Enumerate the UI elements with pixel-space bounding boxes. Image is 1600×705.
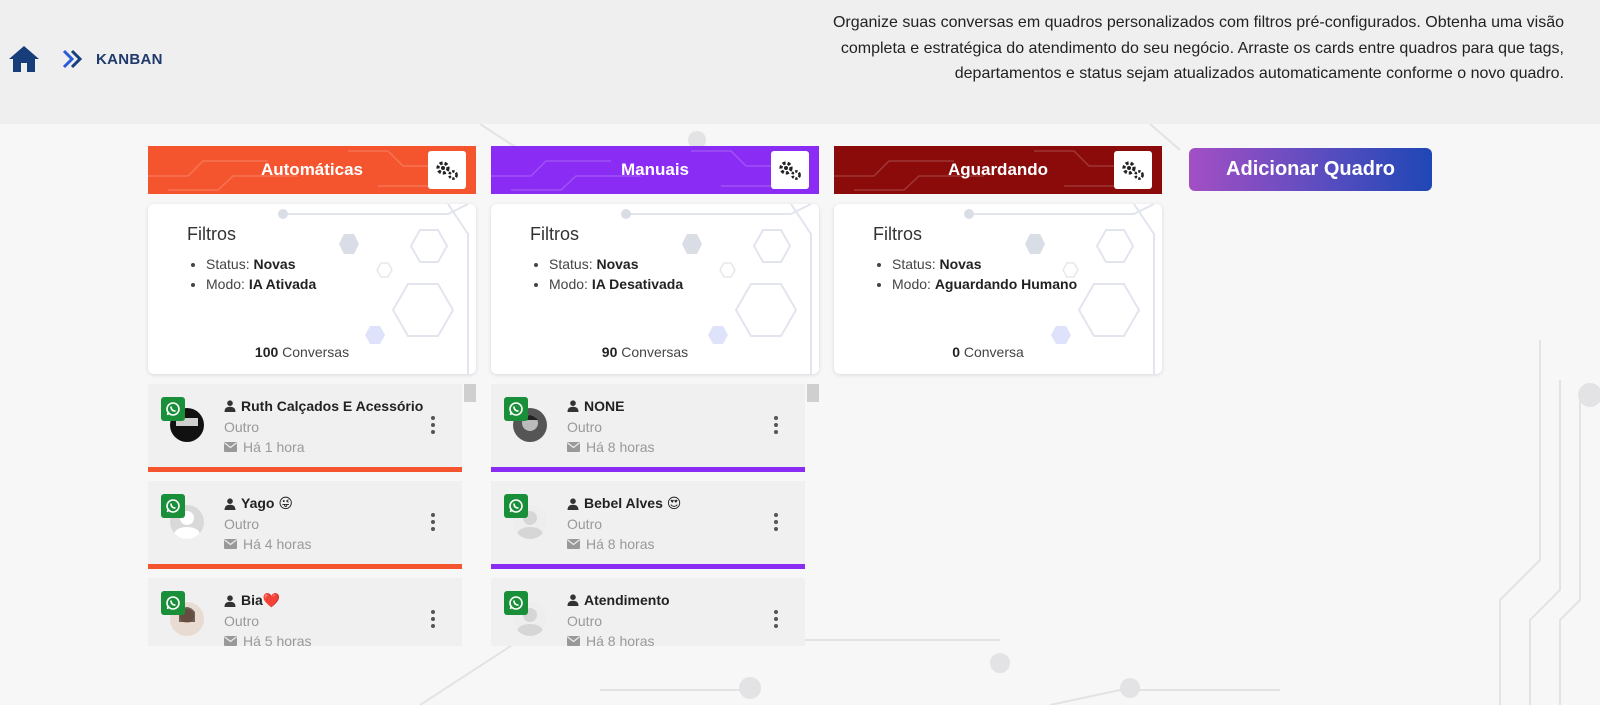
filter-status: Status: Novas [206, 254, 316, 274]
filter-mode: Modo: IA Desativada [549, 274, 683, 294]
conversation-card[interactable]: Bebel Alves 😍 Outro Há 8 horas [491, 481, 805, 569]
user-icon [224, 497, 236, 510]
breadcrumb-current: KANBAN [96, 50, 163, 68]
whatsapp-icon [504, 591, 528, 615]
column-header: Aguardando [834, 146, 1162, 194]
filters-list: Status: Novas Modo: IA Desativada [549, 254, 683, 294]
more-options-icon[interactable] [428, 414, 438, 436]
breadcrumb: KANBAN [8, 44, 163, 74]
gears-icon [436, 161, 458, 180]
whatsapp-icon [161, 591, 185, 615]
column-header: Automáticas [148, 146, 476, 194]
column-header: Manuais [491, 146, 819, 194]
filter-status-value: Novas [253, 256, 296, 272]
envelope-icon [224, 636, 237, 646]
cards-list[interactable]: NONE Outro Há 8 horas Bebel Alves 😍 Outr… [491, 384, 819, 646]
conversation-count: 90 Conversas [601, 344, 689, 360]
envelope-icon [224, 442, 237, 452]
filter-mode-value: Aguardando Humano [934, 276, 1078, 292]
user-icon [567, 497, 579, 510]
kanban-column-automaticas: Automáticas Filtros St [148, 146, 476, 646]
envelope-icon [567, 442, 580, 452]
envelope-icon [567, 539, 580, 549]
column-settings-button[interactable] [1114, 151, 1152, 189]
whatsapp-icon [161, 397, 185, 421]
contact-department: Outro [224, 613, 260, 629]
scrollbar[interactable] [464, 384, 476, 402]
envelope-icon [567, 636, 580, 646]
filter-mode-value: IA Ativada [248, 276, 317, 292]
whatsapp-icon [504, 494, 528, 518]
kanban-column-aguardando: Aguardando Filtros Sta [834, 146, 1162, 374]
contact-name: Yago 😜 [224, 495, 293, 512]
home-icon[interactable] [8, 44, 40, 74]
last-message-time: Há 8 horas [567, 536, 654, 552]
contact-department: Outro [224, 516, 260, 532]
contact-name: Bebel Alves 😍 [567, 495, 681, 512]
filter-mode: Modo: Aguardando Humano [892, 274, 1077, 294]
whatsapp-icon [504, 397, 528, 421]
user-icon [567, 400, 579, 412]
add-board-button[interactable]: Adicionar Quadro [1189, 148, 1432, 191]
conversation-card[interactable]: Atendimento Outro Há 8 horas [491, 578, 805, 646]
column-title: Aguardando [947, 160, 1049, 179]
gears-icon [779, 161, 801, 180]
conversation-card[interactable]: NONE Outro Há 8 horas [491, 384, 805, 472]
more-options-icon[interactable] [771, 414, 781, 436]
conversation-count: 100 Conversas [254, 344, 350, 360]
filters-title: Filtros [187, 224, 236, 244]
conversation-card[interactable]: Ruth Calçados E Acessório Outro Há 1 hor… [148, 384, 462, 472]
more-options-icon[interactable] [771, 511, 781, 533]
more-options-icon[interactable] [428, 608, 438, 630]
whatsapp-icon [161, 494, 185, 518]
user-icon [224, 594, 236, 607]
contact-name: Atendimento [567, 592, 670, 608]
filter-mode: Modo: IA Ativada [206, 274, 316, 294]
conversation-card[interactable]: Yago 😜 Outro Há 4 horas [148, 481, 462, 569]
more-options-icon[interactable] [428, 511, 438, 533]
more-options-icon[interactable] [771, 608, 781, 630]
conversation-count: 0 Conversa [952, 344, 1024, 360]
scrollbar[interactable] [807, 384, 819, 402]
top-bar: KANBAN Organize suas conversas em quadro… [0, 0, 1600, 124]
last-message-time: Há 4 horas [224, 536, 311, 552]
envelope-icon [224, 539, 237, 549]
column-settings-button[interactable] [428, 151, 466, 189]
gears-icon [1122, 161, 1144, 180]
contact-name: NONE [567, 398, 624, 414]
contact-name: Ruth Calçados E Acessório [224, 398, 423, 414]
filter-status: Status: Novas [892, 254, 1077, 274]
filters-title: Filtros [530, 224, 579, 244]
filter-status-value: Novas [596, 256, 639, 272]
column-settings-button[interactable] [771, 151, 809, 189]
user-icon [224, 400, 236, 412]
filter-status: Status: Novas [549, 254, 683, 274]
page-description: Organize suas conversas em quadros perso… [832, 14, 1564, 82]
column-title: Automáticas [260, 160, 364, 179]
last-message-time: Há 8 horas [567, 439, 654, 455]
filter-mode-value: IA Desativada [591, 276, 684, 292]
conversation-card[interactable]: Bia❤️ Outro Há 5 horas [148, 578, 462, 646]
column-title: Manuais [620, 160, 690, 179]
user-icon [567, 594, 579, 606]
contact-name: Bia❤️ [224, 592, 280, 609]
contact-department: Outro [224, 419, 260, 435]
filters-title: Filtros [873, 224, 922, 244]
contact-department: Outro [567, 516, 603, 532]
contact-department: Outro [567, 613, 603, 629]
filter-card: Filtros Status: Novas Modo: IA Ativada 1… [148, 204, 476, 374]
kanban-column-manuais: Manuais Filtros Status [491, 146, 819, 646]
double-chevron-icon [62, 49, 83, 69]
last-message-time: Há 8 horas [567, 633, 654, 646]
contact-department: Outro [567, 419, 603, 435]
last-message-time: Há 5 horas [224, 633, 311, 646]
last-message-time: Há 1 hora [224, 439, 304, 455]
filters-list: Status: Novas Modo: Aguardando Humano [892, 254, 1077, 294]
filter-status-value: Novas [939, 256, 982, 272]
filter-card: Filtros Status: Novas Modo: IA Desativad… [491, 204, 819, 374]
cards-list[interactable]: Ruth Calçados E Acessório Outro Há 1 hor… [148, 384, 476, 646]
filters-list: Status: Novas Modo: IA Ativada [206, 254, 316, 294]
filter-card: Filtros Status: Novas Modo: Aguardando H… [834, 204, 1162, 374]
